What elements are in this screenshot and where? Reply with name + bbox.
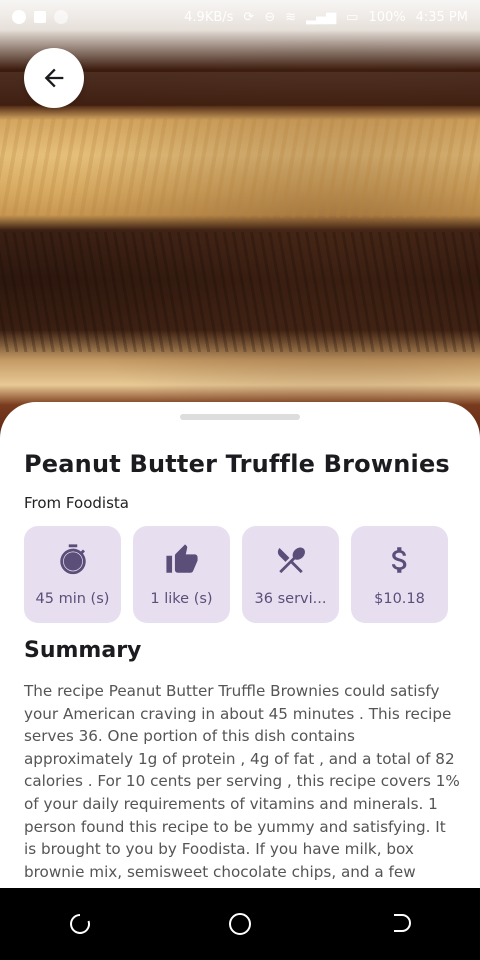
network-speed: 4.9KB/s [184,9,234,25]
wifi-icon: ≋ [285,9,297,25]
utensils-icon [277,546,305,573]
recent-apps-icon [70,914,90,934]
summary-text: The recipe Peanut Butter Truffle Brownie… [24,682,460,881]
recipe-details-sheet: Peanut Butter Truffle Brownies From Food… [0,402,480,888]
clock: 4:35 PM [415,9,468,25]
chip-cook-time[interactable]: 45 min (s) [24,526,121,623]
chip-label: 45 min (s) [35,590,110,607]
system-nav-bar [0,888,480,960]
timer-icon [59,543,86,574]
brownie-layer [0,232,480,352]
thumbs-up-icon [165,543,198,573]
summary-heading: Summary [24,638,142,663]
home-circle-icon [229,913,251,935]
dollar-icon [391,546,406,573]
battery-level: 100% [368,9,406,25]
back-button[interactable] [24,48,84,108]
app-notification-icon [34,11,46,23]
recent-apps-button[interactable] [60,904,100,944]
home-button[interactable] [220,904,260,944]
circle-notification-icon [54,10,68,24]
recipe-source: From Foodista [24,494,129,512]
notification-icon [12,10,26,24]
status-bar: 4.9KB/s ⟳ ⊖ ≋ ▂▄▆ ▭ 100% 4:35 PM [0,0,480,34]
chip-label: 36 servi... [254,590,327,607]
battery-icon: ▭ [346,9,359,25]
chip-likes[interactable]: 1 like (s) [133,526,230,623]
chip-label: $10.18 [374,590,425,607]
chip-servings[interactable]: 36 servi... [242,526,339,623]
recipe-info-chips: 45 min (s) 1 like (s) 36 servi... $10.18 [24,526,448,623]
signal-icon: ▂▄▆ [306,9,337,25]
chip-price[interactable]: $10.18 [351,526,448,623]
back-nav-button[interactable] [380,904,420,944]
chip-label: 1 like (s) [150,590,213,607]
back-nav-icon [394,914,411,932]
recipe-title: Peanut Butter Truffle Brownies [24,450,450,478]
sync-icon: ⟳ [243,9,255,25]
sheet-drag-handle[interactable] [180,414,300,420]
do-not-disturb-icon: ⊖ [264,9,276,25]
arrow-left-icon [44,68,64,88]
peanut-butter-layer [0,118,480,218]
